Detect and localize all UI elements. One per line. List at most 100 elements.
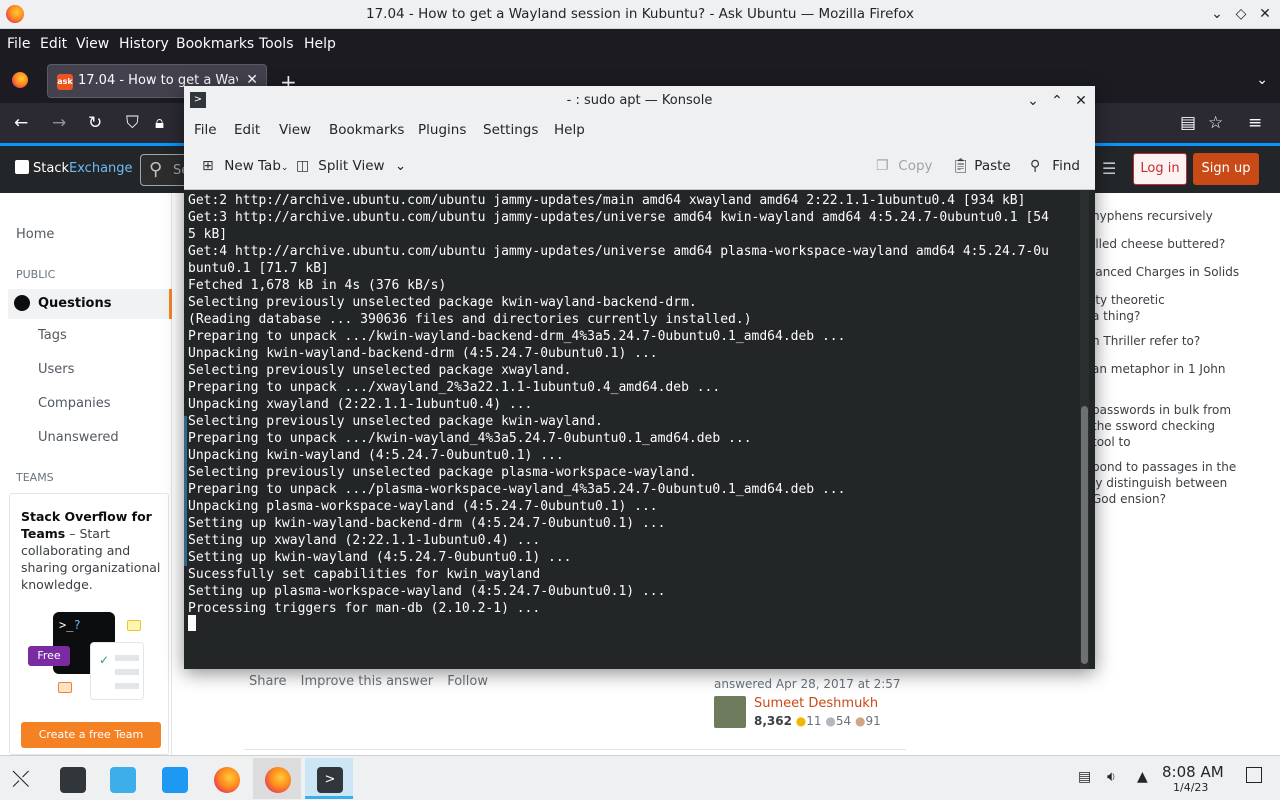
firefox-view-icon[interactable] bbox=[12, 72, 28, 88]
maximize-icon[interactable]: ◇ bbox=[1232, 5, 1250, 23]
reload-icon[interactable]: ↻ bbox=[88, 113, 102, 133]
follow-link[interactable]: Follow bbox=[447, 674, 488, 689]
firefox-titlebar: 17.04 - How to get a Wayland session in … bbox=[0, 0, 1280, 29]
menu-file[interactable]: File bbox=[7, 36, 30, 52]
task-dolphin[interactable] bbox=[150, 758, 198, 799]
hot-question-link[interactable]: pond to passages in the ly distinguish b… bbox=[1092, 459, 1244, 507]
terminal-line: Setting up kwin-wayland (4:5.24.7-0ubunt… bbox=[188, 550, 572, 565]
volume-icon[interactable]: 🔉︎ bbox=[1107, 769, 1116, 785]
menu-bookmarks[interactable]: Bookmarks bbox=[176, 36, 254, 52]
login-button[interactable]: Log in bbox=[1133, 153, 1187, 185]
system-settings-icon bbox=[60, 767, 86, 793]
list-tabs-chevron-icon[interactable]: ⌄ bbox=[1256, 72, 1268, 88]
sidebar-item-home[interactable]: Home bbox=[16, 227, 54, 242]
terminal-scrollbar-thumb[interactable] bbox=[1081, 406, 1088, 664]
left-sidebar: Home PUBLIC Questions Tags Users Compani… bbox=[0, 193, 172, 755]
sidebar-item-unanswered[interactable]: Unanswered bbox=[38, 430, 119, 445]
paste-button[interactable]: 📋︎ Paste bbox=[952, 158, 1011, 174]
tray-expand-icon[interactable]: ▲ bbox=[1137, 769, 1148, 785]
terminal-line: Processing triggers for man-db (2.10.2-1… bbox=[188, 601, 541, 616]
stackexchange-logo[interactable]: StackExchange bbox=[15, 160, 133, 176]
terminal-output[interactable]: Get:2 http://archive.ubuntu.com/ubuntu j… bbox=[184, 190, 1095, 669]
hot-question-link[interactable]: illed cheese buttered? bbox=[1092, 236, 1252, 252]
new-tab-button[interactable]: ⊞ New Tab⌄ bbox=[202, 158, 288, 174]
show-desktop-icon[interactable] bbox=[1246, 767, 1262, 783]
terminal-line: Sucessfully set capabilities for kwin_wa… bbox=[188, 567, 541, 582]
hot-question-link[interactable]: hyphens recursively bbox=[1092, 208, 1252, 224]
lock-icon[interactable]: 🔒︎ bbox=[155, 113, 164, 133]
terminal-line: Unpacking kwin-wayland (4:5.24.7-0ubuntu… bbox=[188, 448, 564, 463]
find-button[interactable]: ⚲ Find bbox=[1030, 158, 1080, 174]
avatar[interactable] bbox=[714, 696, 746, 728]
logo-text-stack: Stack bbox=[33, 161, 69, 176]
menu-tools[interactable]: Tools bbox=[259, 36, 294, 52]
menu-view[interactable]: View bbox=[76, 36, 109, 52]
menu-bookmarks[interactable]: Bookmarks bbox=[329, 122, 404, 138]
menu-edit[interactable]: Edit bbox=[234, 122, 260, 138]
sidebar-item-questions[interactable]: Questions bbox=[8, 289, 172, 319]
konsole-icon: > bbox=[317, 767, 343, 793]
create-team-button[interactable]: Create a free Team bbox=[21, 722, 161, 748]
bookmark-star-icon[interactable]: ☆ bbox=[1208, 113, 1223, 133]
back-icon[interactable]: ← bbox=[14, 113, 28, 133]
share-link[interactable]: Share bbox=[249, 674, 287, 689]
improve-answer-link[interactable]: Improve this answer bbox=[301, 674, 433, 689]
task-konsole-window[interactable]: > bbox=[305, 758, 353, 799]
hot-question-link[interactable]: ity theoretic a thing? bbox=[1092, 292, 1172, 324]
task-discover[interactable] bbox=[98, 758, 146, 799]
terminal-line: Preparing to unpack .../xwayland_2%3a22.… bbox=[188, 380, 721, 395]
menu-help[interactable]: Help bbox=[304, 36, 336, 52]
konsole-window: > - : sudo apt — Konsole ⌄ ⌃ ✕ File Edit… bbox=[184, 86, 1095, 669]
menu-file[interactable]: File bbox=[194, 122, 217, 138]
shield-icon[interactable]: ⛉ bbox=[126, 113, 139, 133]
split-view-button[interactable]: ◫ Split View ⌄ bbox=[296, 158, 406, 174]
application-launcher[interactable]: ⤬ bbox=[0, 758, 48, 799]
hot-question-link[interactable]: passwords in bulk from the ssword checki… bbox=[1092, 402, 1240, 450]
kde-launcher-icon: ⤬ bbox=[12, 767, 30, 792]
menu-settings[interactable]: Settings bbox=[483, 122, 538, 138]
sidebar-heading-public: PUBLIC bbox=[16, 268, 56, 281]
forward-icon[interactable]: → bbox=[52, 113, 66, 133]
menu-help[interactable]: Help bbox=[554, 122, 585, 138]
minimize-icon[interactable]: ⌄ bbox=[1024, 92, 1042, 110]
task-firefox-launcher[interactable] bbox=[202, 758, 250, 799]
free-badge: Free bbox=[28, 646, 70, 666]
menu-history[interactable]: History bbox=[119, 36, 169, 52]
terminal-line: Setting up plasma-workspace-wayland (4:5… bbox=[188, 584, 666, 599]
user-name-link[interactable]: Sumeet Deshmukh bbox=[754, 696, 878, 711]
minimize-icon[interactable]: ⌄ bbox=[1208, 5, 1226, 23]
clock-time[interactable]: 8:08 AM bbox=[1162, 763, 1224, 781]
hamburger-menu-icon[interactable]: ≡ bbox=[1248, 113, 1262, 133]
chat-bubble-icon bbox=[127, 620, 141, 631]
new-tab-label: New Tab bbox=[224, 158, 281, 174]
site-switcher-icon[interactable]: ☰ bbox=[1102, 159, 1116, 178]
clipboard-icon[interactable]: ▤ bbox=[1078, 769, 1091, 785]
new-tab-icon: ⊞ bbox=[202, 158, 214, 174]
terminal-line: Unpacking xwayland (2:22.1.1-1ubuntu0.4)… bbox=[188, 397, 533, 412]
terminal-line: Setting up kwin-wayland-backend-drm (4:5… bbox=[188, 516, 666, 531]
folder-icon bbox=[162, 767, 188, 793]
sidebar-item-companies[interactable]: Companies bbox=[38, 396, 111, 411]
maximize-icon[interactable]: ⌃ bbox=[1048, 92, 1066, 110]
clock-date[interactable]: 1/4/23 bbox=[1173, 781, 1208, 794]
terminal-line: Get:4 http://archive.ubuntu.com/ubuntu j… bbox=[188, 244, 1049, 259]
task-system-settings[interactable] bbox=[48, 758, 96, 799]
task-firefox-window[interactable] bbox=[253, 758, 301, 799]
close-icon[interactable]: ✕ bbox=[1256, 5, 1274, 23]
menu-view[interactable]: View bbox=[279, 122, 311, 138]
reputation-score: 8,362 bbox=[754, 714, 792, 728]
hot-question-link[interactable]: lanced Charges in Solids bbox=[1092, 264, 1252, 280]
signup-button[interactable]: Sign up bbox=[1193, 153, 1259, 185]
menu-edit[interactable]: Edit bbox=[40, 36, 67, 52]
sidebar-item-users[interactable]: Users bbox=[38, 362, 74, 377]
reader-view-icon[interactable]: ▤ bbox=[1180, 113, 1196, 133]
search-icon: ⚲ bbox=[149, 159, 163, 180]
copy-icon: ❐ bbox=[876, 158, 889, 174]
sidebar-item-tags[interactable]: Tags bbox=[38, 328, 67, 343]
hot-question-link[interactable]: n Thriller refer to? bbox=[1092, 333, 1252, 349]
askubuntu-favicon: ask bbox=[57, 74, 73, 90]
hot-question-link[interactable]: an metaphor in 1 John bbox=[1092, 361, 1252, 377]
copy-button[interactable]: ❐ Copy bbox=[876, 158, 933, 174]
menu-plugins[interactable]: Plugins bbox=[418, 122, 466, 138]
close-icon[interactable]: ✕ bbox=[1072, 92, 1090, 110]
